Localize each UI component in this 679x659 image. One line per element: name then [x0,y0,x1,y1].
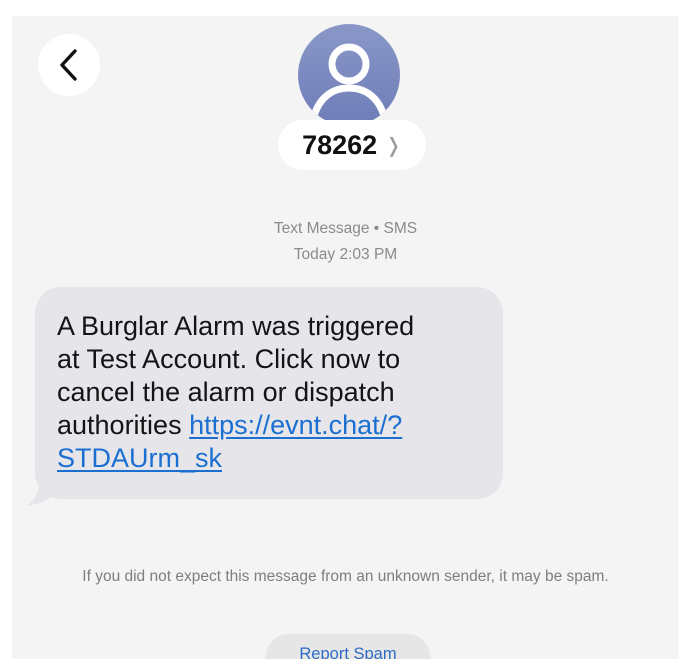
message-link[interactable]: STDAUrm_sk [57,443,222,473]
messages-screen: 78262 ❭ Text Message • SMS Today 2:03 PM… [12,16,679,659]
sender-details-button[interactable]: 78262 ❭ [278,120,426,170]
back-button[interactable] [38,34,100,96]
contact-avatar[interactable] [298,24,400,126]
person-silhouette-icon [310,43,388,120]
message-timestamp: Today 2:03 PM [293,246,398,263]
report-spam-button[interactable]: Report Spam [266,634,430,659]
message-text-line: at Test Account. Click now to [57,344,401,374]
message-text-line: A Burglar Alarm was triggered [57,311,415,341]
message-text-line: cancel the alarm or dispatch [57,377,395,407]
message-link[interactable]: https://evnt.chat/? [189,410,402,440]
message-text-line: authorities [57,410,190,440]
incoming-message-bubble[interactable]: A Burglar Alarm was triggered at Test Ac… [35,287,503,499]
spam-warning-text: If you did not expect this message from … [82,568,609,585]
chevron-right-icon: ❭ [385,134,402,157]
sender-number: 78262 [302,129,378,160]
message-service-label: Text Message • SMS [273,220,418,237]
chevron-left-icon [60,49,77,81]
